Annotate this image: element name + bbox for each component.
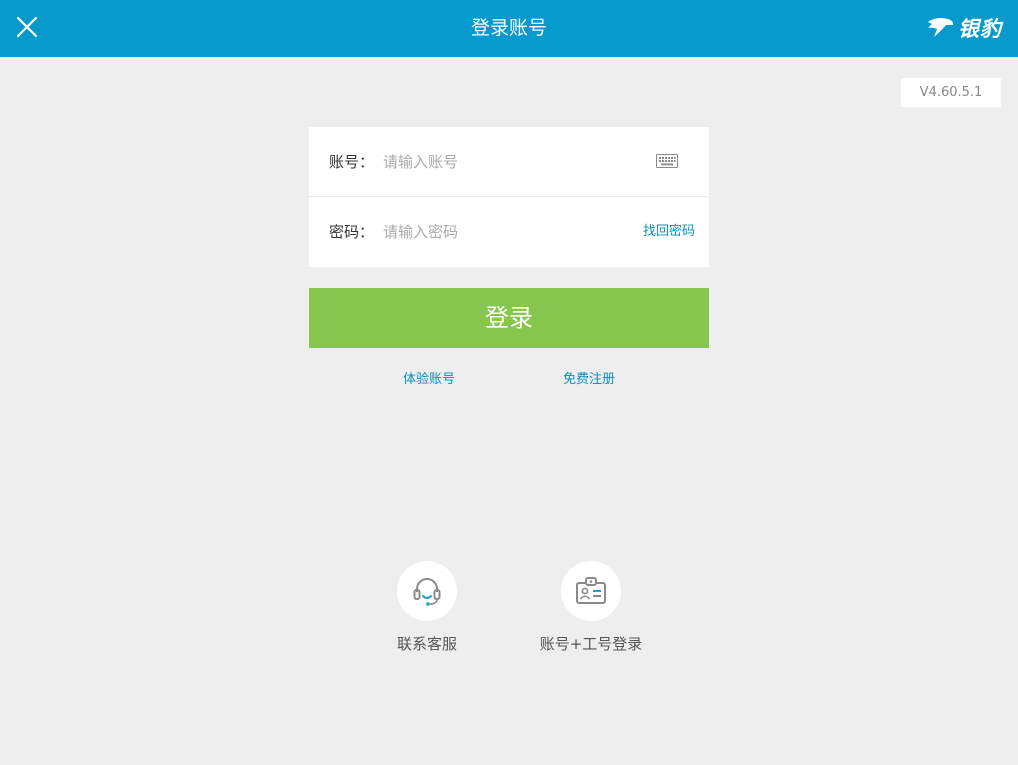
headset-icon — [413, 578, 441, 606]
leopard-logo-icon — [928, 18, 954, 37]
staff-icon-circle — [561, 561, 621, 621]
account-label: 账号： — [329, 153, 375, 171]
login-button[interactable]: 登录 — [309, 288, 709, 348]
password-label: 密码： — [329, 223, 375, 241]
account-row: 账号： — [309, 127, 709, 197]
free-register-link[interactable]: 免费注册 — [529, 370, 649, 390]
id-badge-icon — [576, 577, 606, 604]
login-form: 账号： 密码： 找回密码 — [309, 127, 709, 267]
trial-account-link[interactable]: 体验账号 — [369, 370, 489, 390]
support-icon-circle — [397, 561, 457, 621]
page-title: 登录账号 — [470, 17, 547, 39]
forgot-password-link[interactable]: 找回密码 — [643, 197, 695, 267]
contact-support-button[interactable]: 联系客服 — [357, 561, 497, 654]
password-row: 密码： 找回密码 — [309, 197, 709, 267]
brand-name: 银豹 — [958, 17, 1002, 41]
staff-login-label: 账号+工号登录 — [539, 635, 643, 653]
top-bar: 登录账号 银豹 — [0, 0, 1018, 57]
password-input[interactable] — [383, 217, 633, 247]
keyboard-icon[interactable] — [656, 154, 678, 168]
brand-logo: 银豹 — [926, 12, 1002, 44]
version-badge: V4.60.5.1 — [901, 78, 1001, 107]
account-input[interactable] — [383, 147, 633, 177]
contact-support-label: 联系客服 — [396, 635, 457, 653]
staff-login-button[interactable]: 账号+工号登录 — [521, 561, 661, 654]
